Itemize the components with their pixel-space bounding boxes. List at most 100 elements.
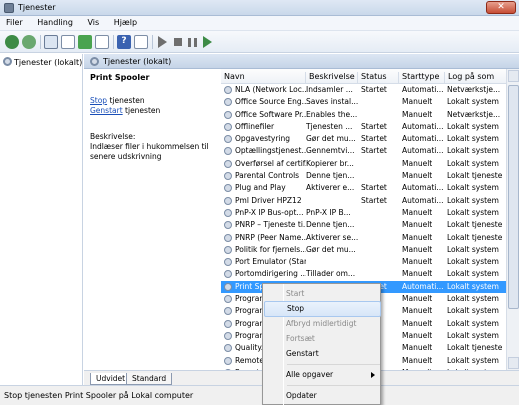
table-row[interactable]: PnP-X IP Bus-opt... PnP-X IP B... Manuelt L… xyxy=(221,207,506,219)
restart-service-link[interactable]: Genstart xyxy=(90,106,123,115)
table-row[interactable]: Pml Driver HPZ12 Startet Automati... Lokalt… xyxy=(221,195,506,207)
stop-service-line: Stop tjenesten xyxy=(90,96,145,105)
table-row[interactable]: Parental Controls Denne tjen... Manuelt Lok… xyxy=(221,170,506,182)
stop-service-link[interactable]: Stop xyxy=(90,96,107,105)
cell-log-on-as: Lokalt tjeneste xyxy=(447,171,503,181)
menu-bar: Filer Handling Vis Hjælp xyxy=(0,16,519,31)
cell-log-on-as: Netværkstje... xyxy=(447,85,501,94)
gear-icon xyxy=(224,270,232,279)
cell-description: Gennemtvi... xyxy=(306,146,355,156)
cell-name: Office Software Pr... xyxy=(235,109,306,119)
start-service-icon[interactable] xyxy=(158,36,167,48)
export-list-icon[interactable] xyxy=(95,35,109,49)
table-row[interactable]: Optællingstjenest... Gennemtvi... Startet A… xyxy=(221,145,506,157)
context-menu: Start Stop Afbryd midlertidigt Fortsæt G… xyxy=(262,283,381,405)
pause-service-icon[interactable] xyxy=(188,38,197,47)
tree-item-label: Tjenester (lokalt) xyxy=(14,58,83,67)
tree-item-services-local[interactable]: Tjenester (lokalt) xyxy=(3,57,82,67)
menu-help[interactable]: Hjælp xyxy=(108,16,143,27)
table-row[interactable]: Port Emulator (Star) Manuelt Lokalt system xyxy=(221,256,506,268)
cell-startup-type: Automati... xyxy=(402,134,444,144)
column-header-description[interactable]: Beskrivelse xyxy=(306,72,358,84)
menu-item-stop[interactable]: Stop xyxy=(264,301,381,317)
extended-description-panel: Print Spooler Stop tjenesten Genstart tj… xyxy=(84,69,221,370)
table-row[interactable]: PNRP – Tjeneste ti... Denne tjen... Manuel… xyxy=(221,219,506,231)
show-action-pane-icon[interactable] xyxy=(134,35,148,49)
cell-log-on-as: Lokalt system xyxy=(447,97,499,107)
cell-description: PnP-X IP B... xyxy=(306,207,351,217)
cell-name: Portomdirigering ... xyxy=(235,269,306,279)
toolbar: ? xyxy=(0,31,519,53)
cell-log-on-as: Lokalt tjeneste xyxy=(447,343,503,353)
menu-item-resume[interactable]: Fortsæt xyxy=(264,331,381,347)
menu-item-all-tasks-label: Alle opgaver xyxy=(286,370,334,379)
cell-description: Tjenesten ... xyxy=(306,121,353,131)
table-row[interactable]: Opgavestyring Gør det mu... Startet Automat… xyxy=(221,133,506,145)
gear-icon xyxy=(224,282,232,291)
cell-startup-type: Automati... xyxy=(402,146,444,156)
help-icon[interactable]: ? xyxy=(117,35,131,49)
cell-log-on-as: Netværkstje... xyxy=(447,109,501,119)
table-row[interactable]: Portomdirigering ... Tillader om... Manuel… xyxy=(221,268,506,280)
gear-icon xyxy=(224,159,232,168)
cell-name: Offlinefiler xyxy=(235,121,275,131)
table-row[interactable]: Politik for fjernels... Gør det mu... Manu… xyxy=(221,244,506,256)
scroll-up-button[interactable] xyxy=(508,70,519,82)
back-icon[interactable] xyxy=(5,35,19,49)
column-header-name[interactable]: Navn xyxy=(221,72,306,84)
column-header-startup-type[interactable]: Starttype xyxy=(399,72,445,84)
cell-startup-type: Manuelt xyxy=(402,232,433,242)
refresh-icon[interactable] xyxy=(78,35,92,49)
scroll-down-button[interactable] xyxy=(508,357,519,369)
table-row[interactable]: Overførsel af certif... Kopierer br... Man… xyxy=(221,158,506,170)
menu-file[interactable]: Filer xyxy=(0,16,29,27)
table-row[interactable]: Offlinefiler Tjenesten ... Startet Automati… xyxy=(221,121,506,133)
cell-startup-type: Manuelt xyxy=(402,343,433,353)
gear-icon xyxy=(224,196,232,205)
menu-item-refresh[interactable]: Opdater xyxy=(264,388,381,404)
cell-log-on-as: Lokalt system xyxy=(447,207,499,217)
menu-view[interactable]: Vis xyxy=(81,16,105,27)
gear-icon xyxy=(224,258,232,267)
gear-icon xyxy=(224,208,232,217)
stop-service-icon[interactable] xyxy=(174,38,182,46)
table-row[interactable]: Office Source Eng... Saves instal... Manue… xyxy=(221,96,506,108)
forward-icon[interactable] xyxy=(22,35,36,49)
cell-startup-type: Manuelt xyxy=(402,158,433,168)
show-hide-console-tree-icon[interactable] xyxy=(44,35,58,49)
cell-description: Denne tjen... xyxy=(306,171,355,181)
cell-name: Plug and Play xyxy=(235,183,286,193)
description-label: Beskrivelse: xyxy=(90,132,136,141)
scroll-thumb[interactable] xyxy=(508,85,519,309)
cell-log-on-as: Lokalt system xyxy=(447,244,499,254)
menu-item-restart[interactable]: Genstart xyxy=(264,346,381,362)
cell-name: Overførsel af certif... xyxy=(235,158,306,168)
menu-action[interactable]: Handling xyxy=(31,16,79,27)
menu-item-pause[interactable]: Afbryd midlertidigt xyxy=(264,316,381,332)
menu-item-all-tasks[interactable]: Alle opgaver xyxy=(264,367,381,383)
cell-startup-type: Automati... xyxy=(402,121,444,131)
vertical-scrollbar[interactable] xyxy=(506,69,519,370)
tab-standard[interactable]: Standard xyxy=(126,373,173,385)
pane-header-title: Tjenester (lokalt) xyxy=(103,57,172,66)
tab-extended[interactable]: Udvidet xyxy=(90,373,132,385)
properties-icon[interactable] xyxy=(61,35,75,49)
cell-startup-type: Manuelt xyxy=(402,355,433,365)
cell-log-on-as: Lokalt system xyxy=(447,281,499,291)
cell-description: Gør det mu... xyxy=(306,244,356,254)
menu-item-start[interactable]: Start xyxy=(264,286,381,302)
gear-icon xyxy=(224,221,232,230)
cell-log-on-as: Lokalt system xyxy=(447,195,499,205)
column-header-status[interactable]: Status xyxy=(358,72,399,84)
restart-service-icon[interactable] xyxy=(203,36,212,48)
restart-service-line: Genstart tjenesten xyxy=(90,106,160,115)
table-row[interactable]: PNRP (Peer Name... Aktiverer se... Manuelt… xyxy=(221,232,506,244)
table-row[interactable]: Office Software Pr... Enables the... Manue… xyxy=(221,109,506,121)
column-header-log-on-as[interactable]: Log på som xyxy=(445,72,506,84)
cell-log-on-as: Lokalt system xyxy=(447,306,499,316)
cell-name: PnP-X IP Bus-opt... xyxy=(235,207,304,217)
table-row[interactable]: Plug and Play Aktiverer e... Startet Automa… xyxy=(221,182,506,194)
close-window-button[interactable]: ✕ xyxy=(486,1,516,14)
cell-name: NLA (Network Loc... xyxy=(235,85,306,94)
table-row[interactable]: NLA (Network Loc... Indsamler ... Startet A… xyxy=(221,84,506,96)
